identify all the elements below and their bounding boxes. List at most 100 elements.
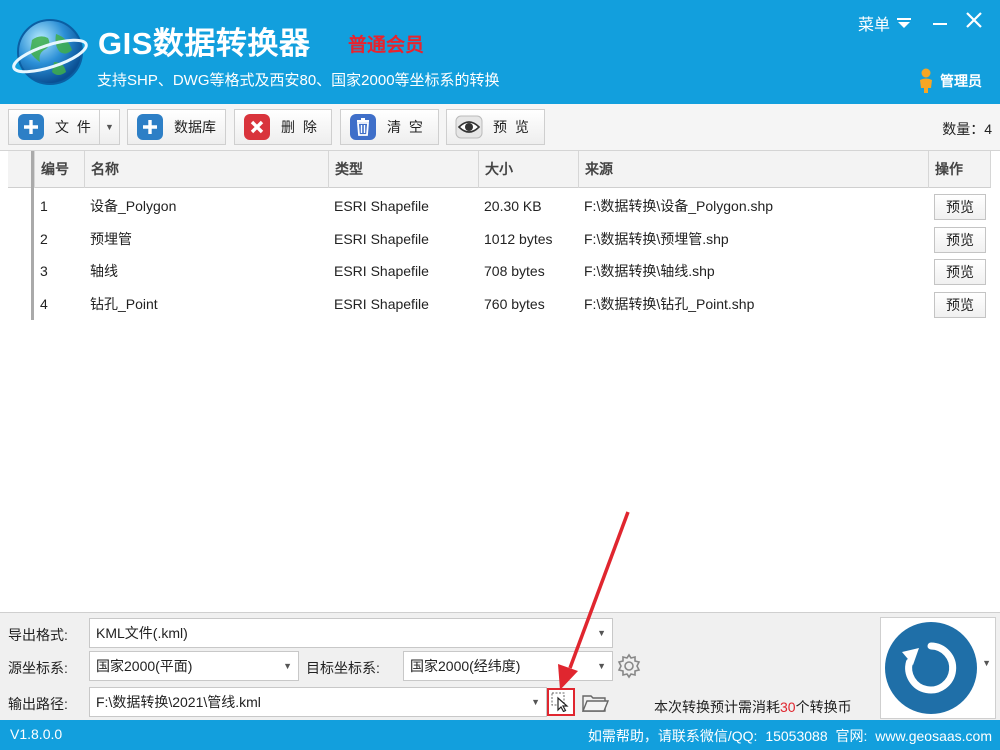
- menu-button[interactable]: 菜单: [858, 11, 912, 35]
- table-header: 编号 名称 类型 大小 来源 操作: [8, 151, 991, 188]
- column-header-type[interactable]: 类型: [328, 151, 478, 188]
- row-preview-button[interactable]: 预览: [934, 194, 986, 220]
- column-header-name[interactable]: 名称: [84, 151, 328, 188]
- app-title: GIS数据转换器: [98, 26, 311, 61]
- cell-name: 预埋管: [90, 231, 132, 247]
- chevron-down-icon: ▼: [531, 697, 540, 707]
- user-icon: [920, 68, 932, 93]
- database-button-label: 数据库: [174, 119, 216, 135]
- target-crs-select[interactable]: 国家2000(经纬度) ▼: [403, 651, 613, 681]
- file-count: 数量：4: [942, 121, 992, 137]
- user-info[interactable]: 管理员: [918, 68, 982, 94]
- file-dropdown-arrow[interactable]: ▼: [99, 110, 119, 144]
- target-crs-label: 目标坐标系:: [306, 660, 380, 676]
- table-row[interactable]: 1 设备_Polygon ESRI Shapefile 20.30 KB F:\…: [34, 190, 991, 223]
- eye-icon: [455, 115, 483, 139]
- cell-size: 760 bytes: [484, 296, 545, 312]
- folder-icon: [581, 695, 609, 712]
- cell-no: 1: [40, 198, 48, 214]
- cell-name: 轴线: [90, 263, 118, 279]
- file-table: 编号 名称 类型 大小 来源 操作 1 设备_Polygon ESRI Shap…: [0, 151, 1000, 612]
- row-preview-button[interactable]: 预览: [934, 259, 986, 285]
- output-path-input[interactable]: F:\数据转换\2021\管线.kml ▼: [89, 687, 547, 717]
- column-header-size[interactable]: 大小: [478, 151, 578, 188]
- app-subtitle: 支持SHP、DWG等格式及西安80、国家2000等坐标系的转换: [97, 72, 500, 89]
- source-crs-label: 源坐标系:: [8, 660, 68, 676]
- cost-prefix: 本次转换预计需消耗: [654, 699, 780, 715]
- cell-size: 20.30 KB: [484, 198, 542, 214]
- column-header-action[interactable]: 操作: [928, 151, 990, 188]
- toolbar: 文 件 ▼ 数据库 删 除 清 空 预 览 数量：4: [0, 104, 1000, 151]
- column-header-no[interactable]: 编号: [34, 151, 84, 188]
- database-button[interactable]: 数据库: [127, 109, 226, 145]
- chevron-down-icon: [897, 18, 912, 28]
- output-path-value: F:\数据转换\2021\管线.kml: [96, 694, 261, 710]
- delete-button[interactable]: 删 除: [234, 109, 332, 145]
- target-crs-value: 国家2000(经纬度): [410, 658, 521, 674]
- export-format-value: KML文件(.kml): [96, 625, 188, 641]
- member-level-badge: 普通会员: [348, 35, 425, 56]
- export-format-select[interactable]: KML文件(.kml) ▼: [89, 618, 613, 648]
- cell-source: F:\数据转换\预埋管.shp: [584, 231, 729, 247]
- cell-name: 设备_Polygon: [90, 198, 177, 214]
- cost-suffix: 个转换币: [795, 699, 852, 715]
- table-row[interactable]: 4 钻孔_Point ESRI Shapefile 760 bytes F:\数…: [34, 288, 991, 321]
- conversion-cost-text: 本次转换预计需消耗30个转换币: [654, 697, 852, 717]
- trash-icon: [350, 114, 376, 140]
- user-name: 管理员: [940, 73, 982, 89]
- delete-button-label: 删 除: [281, 119, 319, 135]
- gear-icon[interactable]: [616, 653, 642, 679]
- cell-size: 708 bytes: [484, 263, 545, 279]
- export-format-label: 导出格式:: [8, 627, 68, 643]
- output-path-label: 输出路径:: [8, 696, 68, 712]
- select-path-button[interactable]: [547, 688, 575, 716]
- chevron-down-icon: ▼: [597, 661, 606, 671]
- chevron-down-icon: ▼: [597, 628, 606, 638]
- source-crs-select[interactable]: 国家2000(平面) ▼: [89, 651, 299, 681]
- source-crs-value: 国家2000(平面): [96, 658, 193, 674]
- table-row[interactable]: 2 预埋管 ESRI Shapefile 1012 bytes F:\数据转换\…: [34, 223, 991, 256]
- select-pointer-icon: [551, 692, 569, 712]
- open-folder-button[interactable]: [580, 689, 610, 717]
- refresh-run-icon: [902, 642, 957, 694]
- export-settings-panel: 导出格式: KML文件(.kml) ▼ 源坐标系: 国家2000(平面) ▼ 目…: [0, 612, 1000, 720]
- cell-source: F:\数据转换\设备_Polygon.shp: [584, 198, 774, 214]
- cell-size: 1012 bytes: [484, 231, 553, 247]
- title-bar: GIS数据转换器 普通会员 支持SHP、DWG等格式及西安80、国家2000等坐…: [0, 0, 1000, 104]
- delete-x-icon: [244, 114, 270, 140]
- row-preview-button[interactable]: 预览: [934, 227, 986, 253]
- column-header-source[interactable]: 来源: [578, 151, 928, 188]
- cell-type: ESRI Shapefile: [334, 263, 429, 279]
- cell-no: 4: [40, 296, 48, 312]
- row-selector-column: [8, 151, 34, 320]
- row-preview-button[interactable]: 预览: [934, 292, 986, 318]
- cell-name: 钻孔_Point: [90, 296, 158, 312]
- preview-button[interactable]: 预 览: [446, 109, 545, 145]
- help-contact-text[interactable]: 如需帮助，请联系微信/QQ: 15053088 官网: www.geosaas.…: [588, 726, 992, 746]
- status-bar: V1.8.0.0 如需帮助，请联系微信/QQ: 15053088 官网: www…: [0, 720, 1000, 750]
- run-options-dropdown[interactable]: ▼: [982, 658, 991, 668]
- cell-source: F:\数据转换\钻孔_Point.shp: [584, 296, 755, 312]
- file-button-label: 文 件: [55, 119, 93, 135]
- start-conversion-button[interactable]: [885, 622, 977, 714]
- cell-no: 3: [40, 263, 48, 279]
- clear-button[interactable]: 清 空: [340, 109, 439, 145]
- cost-number: 30: [780, 699, 796, 715]
- cell-type: ESRI Shapefile: [334, 296, 429, 312]
- menu-label: 菜单: [858, 17, 891, 34]
- close-icon[interactable]: [962, 8, 986, 32]
- version-label: V1.8.0.0: [10, 726, 63, 742]
- table-row[interactable]: 3 轴线 ESRI Shapefile 708 bytes F:\数据转换\轴线…: [34, 255, 991, 288]
- cell-source: F:\数据转换\轴线.shp: [584, 263, 715, 279]
- cell-type: ESRI Shapefile: [334, 198, 429, 214]
- run-panel: ▼: [880, 617, 996, 719]
- cell-no: 2: [40, 231, 48, 247]
- preview-button-label: 预 览: [493, 119, 531, 135]
- globe-logo-icon: [12, 19, 88, 85]
- minimize-icon[interactable]: [928, 8, 952, 32]
- file-button[interactable]: 文 件 ▼: [8, 109, 120, 145]
- plus-icon: [137, 114, 163, 140]
- chevron-down-icon: ▼: [283, 661, 292, 671]
- cell-type: ESRI Shapefile: [334, 231, 429, 247]
- clear-button-label: 清 空: [387, 119, 425, 135]
